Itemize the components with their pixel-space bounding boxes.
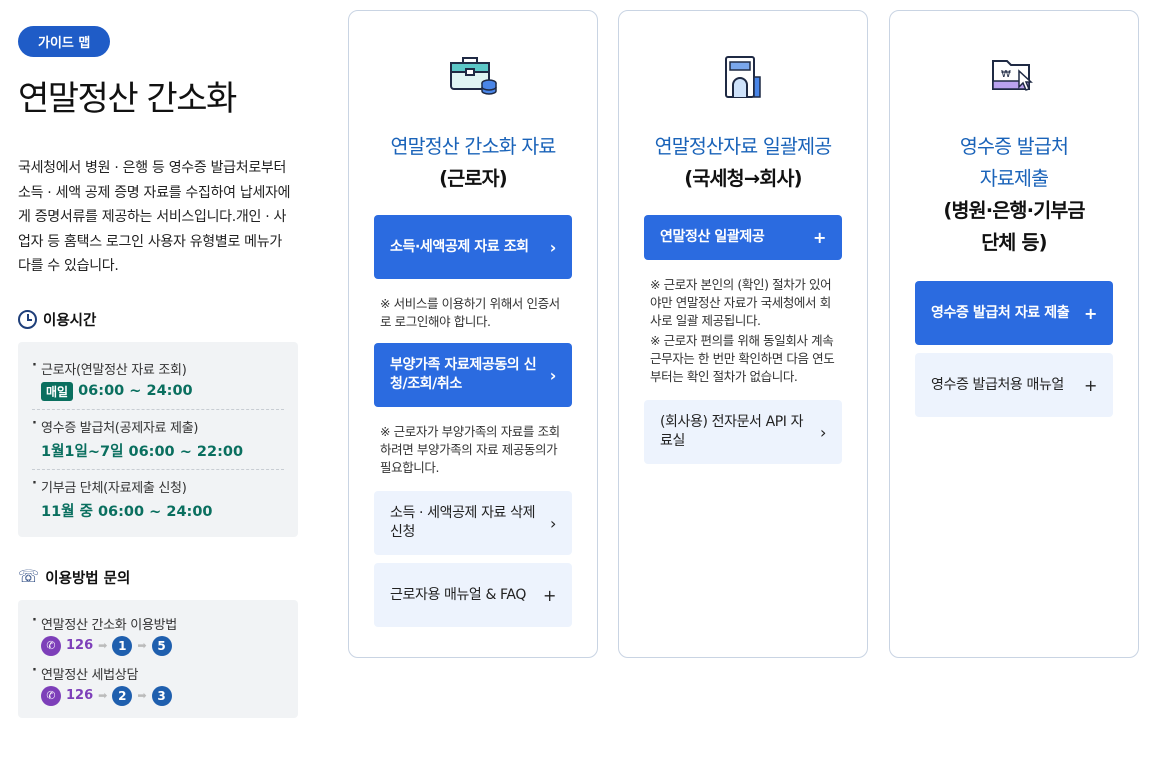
button-label: (회사용) 전자문서 API 자료실	[660, 414, 804, 449]
chevron-right-icon: ›	[820, 422, 826, 442]
plus-icon: +	[1083, 375, 1097, 395]
contact-sequence: ✆ 126 ➡ 1 ➡ 5	[32, 635, 284, 656]
card-bulk-provision: 연말정산자료 일괄제공 (국세청→회사) 연말정산 일괄제공 + ※ 근로자 본…	[618, 10, 868, 658]
worker-manual-button[interactable]: 근로자용 매뉴얼 & FAQ +	[374, 563, 572, 627]
step-number: 1	[112, 635, 133, 656]
hours-value: 매일 06:00 ~ 24:00	[32, 381, 284, 401]
card-title: 연말정산자료 일괄제공 (국세청→회사)	[644, 131, 842, 195]
card-title: 연말정산 간소화 자료 (근로자)	[374, 131, 572, 195]
toolbox-icon	[374, 53, 572, 103]
card-title-main: 자료제출	[979, 167, 1049, 190]
card-title-sub: 단체 등)	[981, 231, 1047, 254]
contact-label: 연말정산 세법상담	[32, 663, 284, 683]
receipt-folder-icon: ₩	[915, 53, 1113, 103]
contact-sequence: ✆ 126 ➡ 2 ➡ 3	[32, 685, 284, 706]
chevron-right-icon: ›	[550, 513, 556, 533]
card-worker: 연말정산 간소화 자료 (근로자) 소득·세액공제 자료 조회 › ※ 서비스를…	[348, 10, 598, 658]
svg-text:₩: ₩	[1001, 69, 1011, 80]
telephone-icon: ☏	[18, 566, 40, 587]
deduction-lookup-button[interactable]: 소득·세액공제 자료 조회 ›	[374, 215, 572, 279]
card-title-main: 연말정산 간소화 자료	[390, 135, 556, 158]
clock-icon	[18, 309, 37, 329]
hours-item: 근로자(연말정산 자료 조회) 매일 06:00 ~ 24:00	[32, 352, 284, 410]
hours-label: 근로자(연말정산 자료 조회)	[32, 358, 284, 378]
guide-sidebar: 가이드 맵 연말정산 간소화 국세청에서 병원 · 은행 등 영수증 발급처로부…	[18, 26, 300, 718]
card-note: ※ 근로자 본인의 (확인) 절차가 있어야만 연말정산 자료가 국세청에서 회…	[650, 277, 832, 328]
api-library-button[interactable]: (회사용) 전자문서 API 자료실 ›	[644, 400, 842, 464]
button-label: 영수증 발급처용 매뉴얼	[931, 376, 1064, 393]
phone-number: 126	[66, 688, 94, 703]
step-number: 3	[151, 685, 172, 706]
card-title-sub: (국세청→회사)	[684, 167, 802, 190]
button-label: 부양가족 자료제공동의 신청/조회/취소	[390, 357, 537, 392]
receipt-manual-button[interactable]: 영수증 발급처용 매뉴얼 +	[915, 353, 1113, 417]
phone-call-icon: ✆	[41, 635, 61, 656]
contact-heading: ☏ 이용방법 문의	[18, 567, 300, 588]
card-note: ※ 근로자가 부양가족의 자료를 조회하려면 부양가족의 자료 제공동의가 필요…	[380, 424, 560, 475]
hours-heading-text: 이용시간	[43, 312, 97, 329]
hours-heading: 이용시간	[18, 309, 300, 330]
contact-item: 연말정산 간소화 이용방법 ✆ 126 ➡ 1 ➡ 5	[32, 610, 284, 660]
card-title: 영수증 발급처 자료제출 (병원·은행·기부금 단체 등)	[915, 131, 1113, 259]
arrow-right-icon: ➡	[137, 689, 147, 702]
card-title-main: 영수증 발급처	[959, 135, 1069, 158]
contact-box: 연말정산 간소화 이용방법 ✆ 126 ➡ 1 ➡ 5 연말정산 세법상담 ✆ …	[18, 599, 298, 718]
dependent-consent-button[interactable]: 부양가족 자료제공동의 신청/조회/취소 ›	[374, 343, 572, 407]
contact-item: 연말정산 세법상담 ✆ 126 ➡ 2 ➡ 3	[32, 660, 284, 710]
hours-label: 영수증 발급처(공제자료 제출)	[32, 416, 284, 436]
hours-box: 근로자(연말정산 자료 조회) 매일 06:00 ~ 24:00 영수증 발급처…	[18, 341, 298, 537]
contact-heading-text: 이용방법 문의	[45, 570, 131, 587]
page-description: 국세청에서 병원 · 은행 등 영수증 발급처로부터 소득 · 세액 공제 증명…	[18, 160, 291, 274]
phone-number: 126	[66, 638, 94, 653]
button-label: 연말정산 일괄제공	[660, 229, 765, 245]
hours-value: 1월1일~7일 06:00 ~ 22:00	[41, 443, 244, 460]
hours-item: 영수증 발급처(공제자료 제출) 1월1일~7일 06:00 ~ 22:00	[32, 410, 284, 470]
plus-icon: +	[542, 585, 556, 605]
daily-tag: 매일	[41, 381, 74, 401]
building-icon	[644, 53, 842, 103]
contact-label: 연말정산 간소화 이용방법	[32, 613, 284, 633]
card-note: ※ 서비스를 이용하기 위해서 인증서로 로그인해야 합니다.	[380, 296, 560, 329]
step-number: 5	[151, 635, 172, 656]
card-title-main: 연말정산자료 일괄제공	[654, 135, 833, 158]
chevron-right-icon: ›	[549, 237, 557, 257]
card-receipt-issuer: ₩ 영수증 발급처 자료제출 (병원·은행·기부금 단체 등) 영수증 발급처 …	[889, 10, 1139, 658]
deduction-delete-button[interactable]: 소득 · 세액공제 자료 삭제 신청 ›	[374, 491, 572, 555]
plus-icon: +	[1083, 303, 1097, 323]
arrow-right-icon: ➡	[98, 639, 108, 652]
hours-value-text: 06:00 ~ 24:00	[78, 383, 193, 399]
hours-item: 기부금 단체(자료제출 신청) 11월 중 06:00 ~ 24:00	[32, 470, 284, 529]
button-label: 근로자용 매뉴얼 & FAQ	[390, 586, 526, 603]
chevron-right-icon: ›	[549, 365, 557, 385]
button-label: 영수증 발급처 자료 제출	[931, 304, 1070, 321]
button-label: 소득 · 세액공제 자료 삭제 신청	[390, 505, 536, 540]
card-title-sub: (병원·은행·기부금	[943, 199, 1085, 222]
page-title: 연말정산 간소화	[18, 79, 237, 119]
phone-call-icon: ✆	[41, 685, 61, 706]
plus-icon: +	[812, 228, 826, 247]
card-title-sub: (근로자)	[439, 167, 507, 190]
arrow-right-icon: ➡	[98, 689, 108, 702]
step-number: 2	[112, 685, 133, 706]
hours-value: 11월 중 06:00 ~ 24:00	[41, 503, 213, 520]
arrow-right-icon: ➡	[137, 639, 147, 652]
hours-label: 기부금 단체(자료제출 신청)	[32, 476, 284, 496]
guide-map-badge: 가이드 맵	[18, 26, 111, 57]
receipt-submit-button[interactable]: 영수증 발급처 자료 제출 +	[915, 281, 1113, 345]
card-note: ※ 근로자 편의를 위해 동일회사 계속 근무자는 한 번만 확인하면 다음 연…	[650, 333, 835, 384]
button-label: 소득·세액공제 자료 조회	[390, 238, 529, 255]
bulk-provision-button[interactable]: 연말정산 일괄제공 +	[644, 215, 842, 260]
